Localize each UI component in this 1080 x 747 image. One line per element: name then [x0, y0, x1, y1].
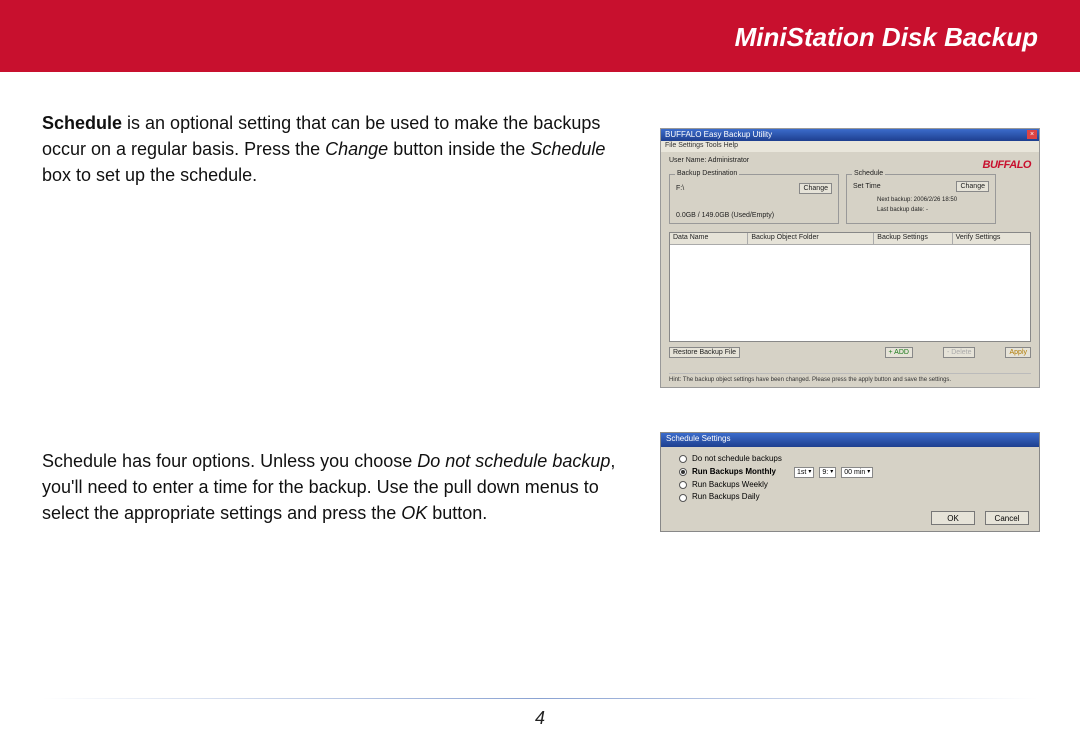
footer-rule [42, 698, 1038, 699]
dialog-button-row: OK Cancel [931, 511, 1029, 525]
sched-change-button[interactable]: Change [956, 181, 989, 192]
th-folder: Backup Object Folder [748, 233, 874, 244]
page-title: MiniStation Disk Backup [735, 22, 1038, 53]
window-titlebar: BUFFALO Easy Backup Utility × [661, 129, 1039, 141]
paragraph-1: Schedule is an optional setting that can… [42, 110, 622, 188]
opt3-label: Run Backups Weekly [692, 479, 768, 492]
para1-em-change: Change [325, 139, 388, 159]
th-verify-settings: Verify Settings [953, 233, 1030, 244]
opt2-label: Run Backups Monthly [692, 466, 776, 479]
page-number: 4 [0, 708, 1080, 729]
th-data-name: Data Name [670, 233, 748, 244]
para1-text-c: box to set up the schedule. [42, 165, 257, 185]
dest-change-button[interactable]: Change [799, 183, 832, 194]
sched-settime: Set Time [853, 183, 881, 190]
para2-text-a: Schedule has four options. Unless you ch… [42, 451, 417, 471]
dest-size: 0.0GB / 149.0GB (Used/Empty) [676, 212, 774, 219]
radio-icon[interactable] [679, 468, 687, 476]
window-title: BUFFALO Easy Backup Utility [665, 130, 772, 139]
opt1-label: Do not schedule backups [692, 453, 782, 466]
radio-icon[interactable] [679, 455, 687, 463]
minute-dropdown[interactable]: 00 min▾ [841, 467, 873, 478]
close-icon[interactable]: × [1027, 130, 1037, 139]
para1-text-b: button inside the [388, 139, 530, 159]
day-dropdown[interactable]: 1st▾ [794, 467, 814, 478]
brand-logo: BUFFALO [983, 159, 1031, 171]
header-band: MiniStation Disk Backup [0, 0, 1080, 72]
ok-button[interactable]: OK [931, 511, 975, 525]
opt-daily[interactable]: Run Backups Daily [679, 491, 1021, 504]
paragraph-2: Schedule has four options. Unless you ch… [42, 448, 622, 526]
chevron-down-icon: ▾ [867, 467, 870, 478]
para1-lead: Schedule [42, 113, 122, 133]
para2-em-ok: OK [401, 503, 427, 523]
sched-panel-label: Schedule [852, 170, 885, 177]
apply-button[interactable]: Apply [1005, 347, 1031, 358]
add-button[interactable]: + ADD [885, 347, 913, 358]
schedule-options: Do not schedule backups Run Backups Mont… [661, 447, 1039, 510]
chevron-down-icon: ▾ [808, 467, 811, 478]
para2-text-c: button. [427, 503, 487, 523]
screenshot-backup-window: BUFFALO Easy Backup Utility × File Setti… [660, 128, 1040, 388]
sched-last: Last backup date: - [877, 207, 928, 213]
menubar[interactable]: File Settings Tools Help [661, 141, 1039, 152]
delete-button[interactable]: - Delete [943, 347, 976, 358]
radio-icon[interactable] [679, 494, 687, 502]
dest-drive: F:\ [676, 185, 684, 192]
username-label: User Name: Administrator [669, 157, 749, 164]
screenshot-schedule-dialog: Schedule Settings Do not schedule backup… [660, 432, 1040, 532]
dialog-titlebar: Schedule Settings [661, 433, 1039, 447]
restore-button[interactable]: Restore Backup File [669, 347, 740, 358]
table-header: Data Name Backup Object Folder Backup Se… [670, 233, 1030, 245]
radio-icon[interactable] [679, 481, 687, 489]
para1-em-schedule: Schedule [530, 139, 605, 159]
dest-panel-label: Backup Destination [675, 170, 739, 177]
cancel-button[interactable]: Cancel [985, 511, 1029, 525]
sched-next: Next backup: 2006/2/26 18:50 [877, 197, 957, 203]
chevron-down-icon: ▾ [830, 467, 833, 478]
opt-do-not-schedule[interactable]: Do not schedule backups [679, 453, 1021, 466]
hint-text: Hint: The backup object settings have be… [669, 373, 1031, 383]
opt-weekly[interactable]: Run Backups Weekly [679, 479, 1021, 492]
backup-destination-panel: Backup Destination F:\ Change 0.0GB / 14… [669, 174, 839, 224]
schedule-panel: Schedule Set Time Change Next backup: 20… [846, 174, 996, 224]
opt4-label: Run Backups Daily [692, 491, 760, 504]
bottom-button-row: Restore Backup File + ADD - Delete Apply [669, 347, 1031, 358]
opt-monthly[interactable]: Run Backups Monthly 1st▾ 9:▾ 00 min▾ [679, 466, 1021, 479]
para2-em-donot: Do not schedule backup [417, 451, 610, 471]
backup-table: Data Name Backup Object Folder Backup Se… [669, 232, 1031, 342]
hour-dropdown[interactable]: 9:▾ [819, 467, 836, 478]
th-backup-settings: Backup Settings [874, 233, 952, 244]
